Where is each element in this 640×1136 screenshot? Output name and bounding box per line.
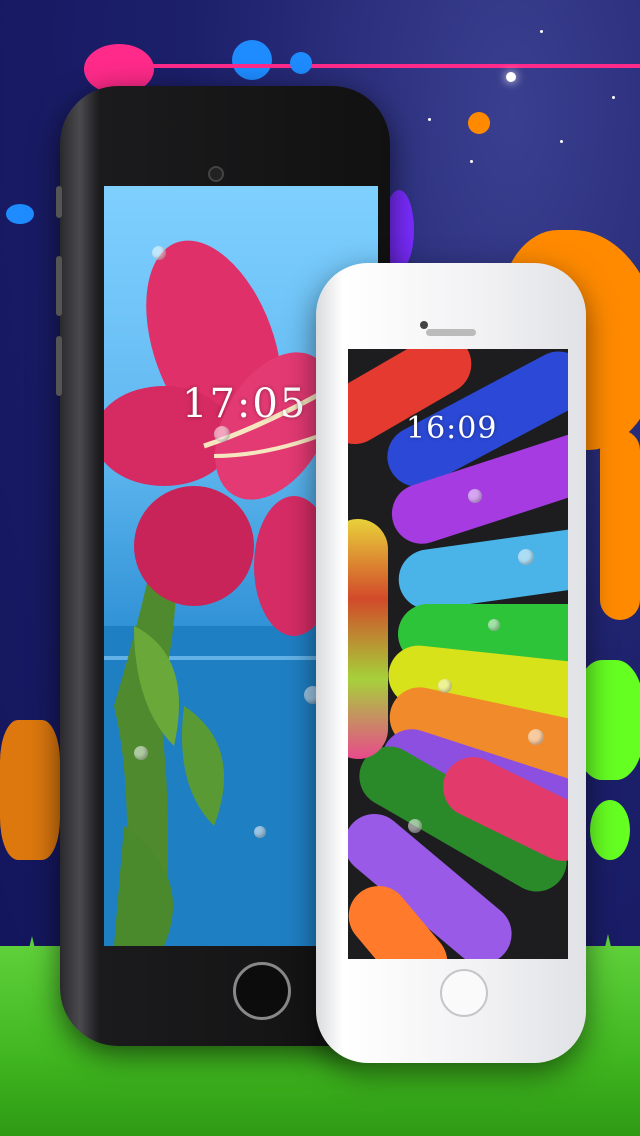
- volume-button: [56, 186, 62, 218]
- splash-orange-small: [468, 112, 490, 134]
- volume-down-button: [56, 336, 62, 396]
- lock-screen-time: 17:05: [182, 381, 308, 427]
- camera-icon: [208, 166, 224, 182]
- star: [540, 30, 543, 33]
- splash-orange-left: [0, 720, 60, 860]
- water-drop: [468, 489, 482, 503]
- water-drop: [488, 619, 500, 631]
- lock-screen-petals: 16:09: [348, 349, 568, 959]
- water-drop: [528, 729, 544, 745]
- water-drop: [438, 679, 452, 693]
- star: [612, 96, 615, 99]
- star: [560, 140, 563, 143]
- splash-pink-line: [120, 64, 640, 68]
- splash-green-right-2: [590, 800, 630, 860]
- splash-orange-drip: [600, 430, 640, 620]
- water-drop: [152, 246, 166, 260]
- flower-center: [348, 519, 388, 759]
- splash-blue-small: [290, 52, 312, 74]
- star: [506, 72, 516, 82]
- lock-screen-time: 16:09: [406, 411, 498, 446]
- home-button-icon: [233, 962, 291, 1020]
- camera-icon: [420, 321, 428, 329]
- volume-up-button: [56, 256, 62, 316]
- phone-silver: 16:09: [316, 263, 586, 1063]
- water-drop: [134, 746, 148, 760]
- water-drop: [214, 426, 230, 442]
- water-drop: [408, 819, 422, 833]
- splash-blue-left: [6, 204, 34, 224]
- home-button-icon: [440, 969, 488, 1017]
- water-drop: [518, 549, 534, 565]
- splash-blue: [232, 40, 272, 80]
- water-drop: [254, 826, 266, 838]
- star: [428, 118, 431, 121]
- star: [470, 160, 473, 163]
- speaker-icon: [426, 329, 476, 336]
